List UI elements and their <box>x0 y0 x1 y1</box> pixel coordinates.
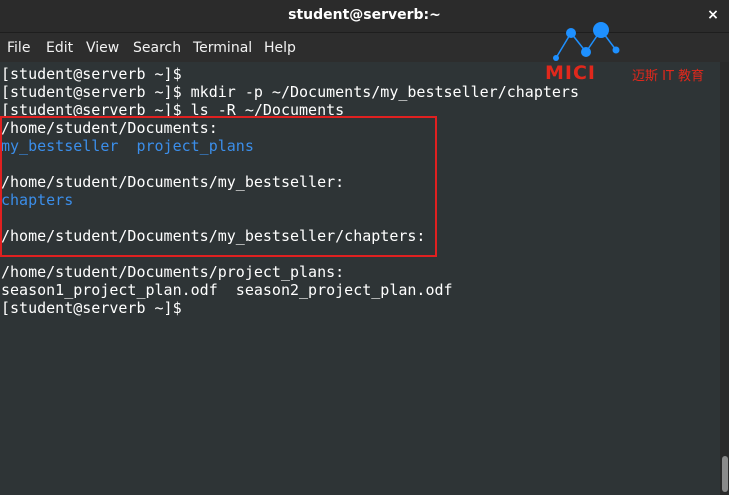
scrollbar-thumb[interactable] <box>722 456 728 492</box>
menu-terminal[interactable]: Terminal <box>193 40 252 56</box>
terminal-line: /home/student/Documents/project_plans: <box>1 263 345 281</box>
highlight-box <box>0 116 437 257</box>
terminal-line: [student@serverb ~]$ <box>1 299 182 317</box>
menu-search[interactable]: Search <box>133 40 181 56</box>
menu-help[interactable]: Help <box>264 40 296 56</box>
terminal-line: season1_project_plan.odf season2_project… <box>1 281 453 299</box>
menu-view[interactable]: View <box>86 40 119 56</box>
menu-file[interactable]: File <box>7 40 30 56</box>
logo-subtitle: 迈斯 IT 教育 <box>632 69 705 84</box>
scrollbar[interactable] <box>720 62 729 495</box>
logo-brand: MICI <box>545 62 596 84</box>
terminal-line: [student@serverb ~]$ <box>1 65 182 83</box>
menu-edit[interactable]: Edit <box>46 40 73 56</box>
watermark-logo: MICI 迈斯 IT 教育 <box>543 18 718 84</box>
terminal-line: [student@serverb ~]$ mkdir -p ~/Document… <box>1 83 579 101</box>
